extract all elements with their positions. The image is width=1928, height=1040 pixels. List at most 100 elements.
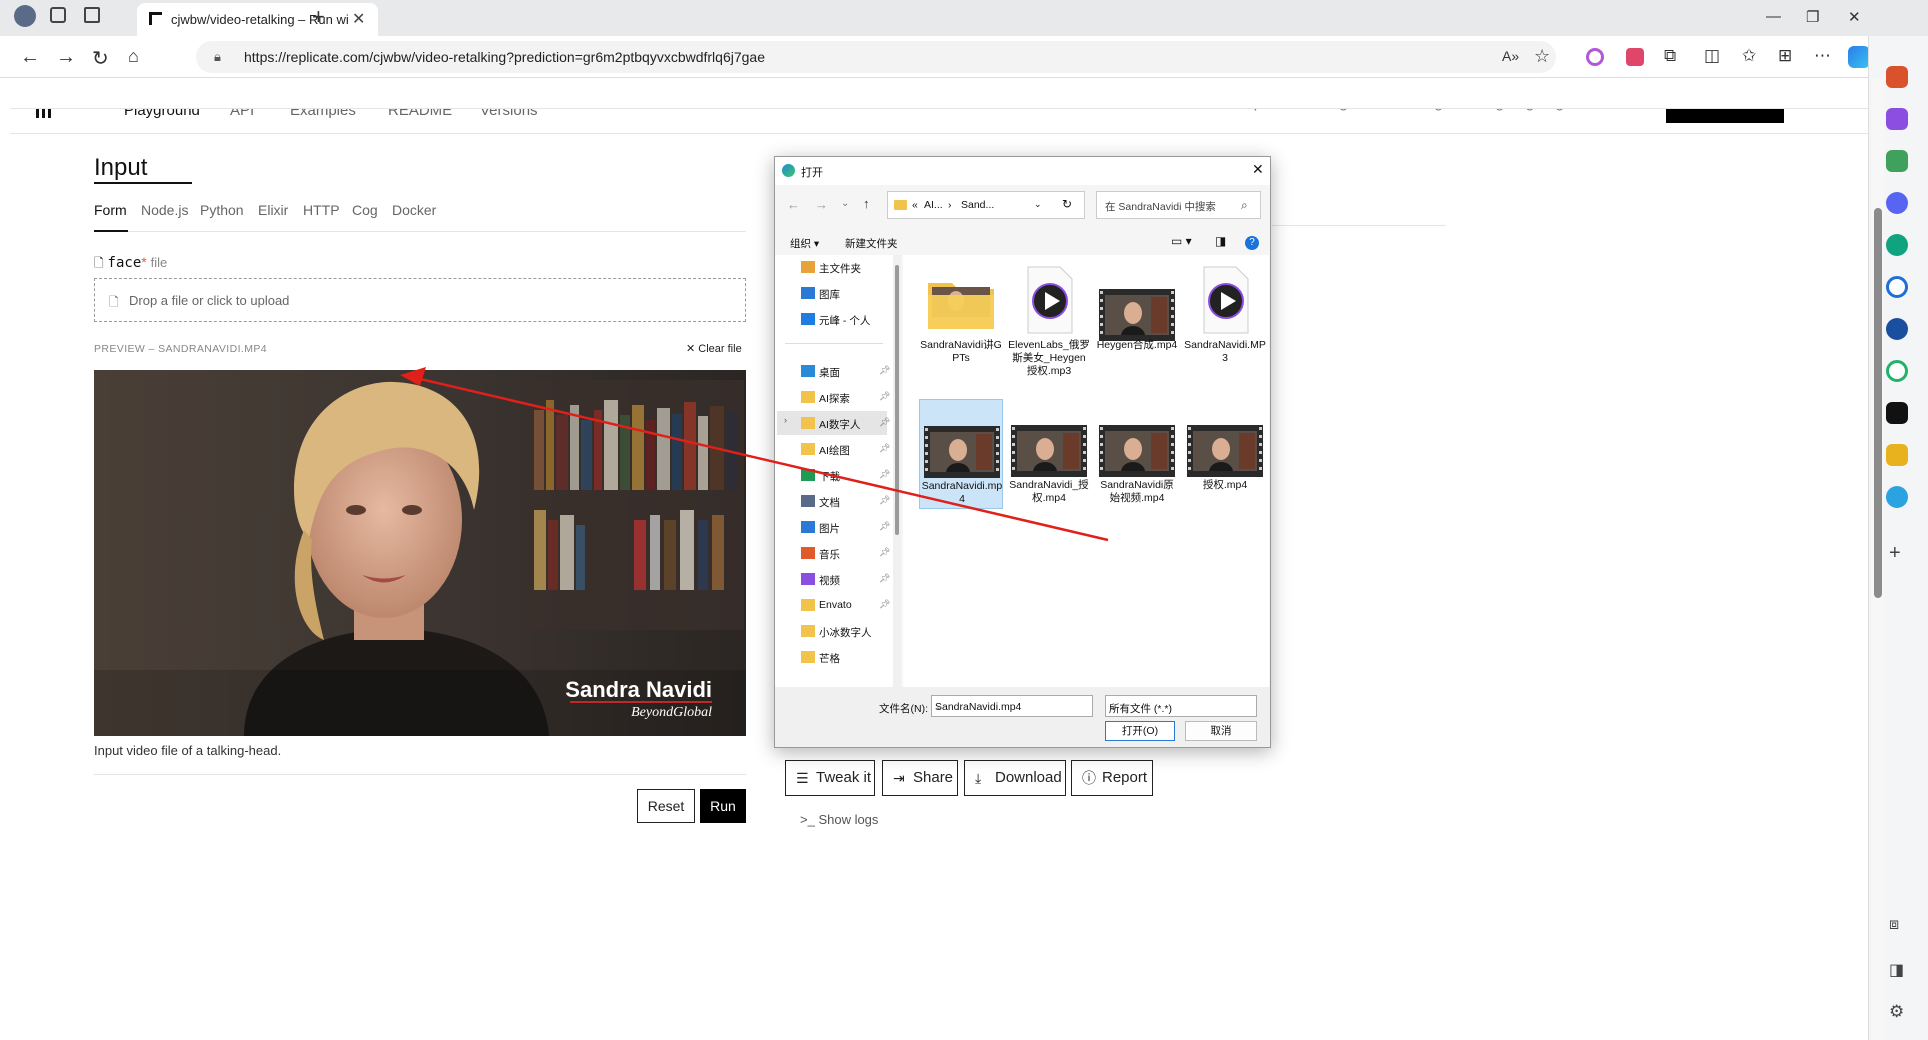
more-menu-icon[interactable]: ⋯ — [1814, 46, 1831, 66]
file-dropzone[interactable]: 🗋︎ Drop a file or click to upload — [94, 278, 746, 322]
nav-item[interactable]: 视频 📌︎ — [801, 569, 891, 591]
share-button[interactable]: ⇥ Share — [882, 760, 958, 796]
expand-chevron-icon[interactable]: › — [784, 415, 787, 425]
dlg-refresh-icon[interactable]: ↻ — [1062, 197, 1072, 211]
sidebar-chatgpt-icon[interactable] — [1886, 234, 1908, 256]
nav-item[interactable]: AI探索 📌︎ — [801, 387, 891, 409]
tab-cog[interactable]: Cog — [352, 202, 378, 218]
favorites-icon[interactable]: ✩ — [1742, 46, 1756, 66]
run-button[interactable]: Run — [700, 789, 746, 823]
file-type-select[interactable]: 所有文件 (*.*) ⌄ — [1105, 695, 1257, 717]
minimize-icon[interactable]: — — [1766, 8, 1781, 25]
url-field[interactable]: 🔒︎ https://replicate.com/cjwbw/video-ret… — [196, 41, 1556, 73]
file-item[interactable]: Heygen合成.mp4 — [1095, 263, 1179, 393]
sidebar-telegram-icon[interactable] — [1886, 486, 1908, 508]
sidebar-medium-icon[interactable] — [1886, 402, 1908, 424]
sidebar-search-icon[interactable] — [1886, 276, 1908, 298]
file-item-selected[interactable]: SandraNavidi.mp4 — [919, 399, 1003, 509]
page-scrollbar-thumb[interactable] — [1874, 208, 1882, 598]
nav-item[interactable]: Envato 📌︎ — [801, 595, 891, 617]
restore-icon[interactable]: ❐ — [1806, 8, 1819, 26]
workspaces-icon[interactable] — [50, 7, 66, 23]
report-button[interactable]: ⓘ Report — [1071, 760, 1153, 796]
sidebar-panel-icon[interactable]: ◨ — [1889, 960, 1904, 980]
new-folder-button[interactable]: 新建文件夹 — [845, 236, 898, 251]
sidebar-discord-icon[interactable] — [1886, 192, 1908, 214]
file-item[interactable]: SandraNavidi讲GPTs — [919, 263, 1003, 393]
nav-scrollbar-thumb[interactable] — [895, 265, 899, 535]
copilot-icon[interactable] — [1848, 46, 1870, 68]
dlg-forward-icon[interactable]: → — [815, 197, 828, 212]
page-scrollbar[interactable] — [1872, 78, 1884, 1040]
preview-pane-icon[interactable]: ◨ — [1215, 234, 1226, 248]
nav-item[interactable]: 芒格 — [801, 647, 891, 669]
close-tab-icon[interactable]: ✕ — [352, 9, 365, 29]
dialog-close-icon[interactable]: ✕ — [1252, 161, 1264, 178]
crumb-1[interactable]: AI... — [924, 199, 943, 211]
help-icon[interactable]: ? — [1245, 236, 1259, 250]
crumb-dropdown-icon[interactable]: ⌄ — [1034, 199, 1042, 210]
nav-item[interactable]: 图库 — [801, 283, 891, 305]
file-type-dropdown-icon[interactable]: ⌄ — [1109, 701, 1252, 713]
sidebar-send-icon[interactable] — [1886, 150, 1908, 172]
nav-item[interactable]: 桌面 📌︎ — [801, 361, 891, 383]
extensions-icon[interactable]: ⧉ — [1664, 46, 1676, 66]
tweak-it-button[interactable]: ☰ Tweak it — [785, 760, 875, 796]
sidebar-settings-icon[interactable]: ⚙ — [1889, 1002, 1904, 1022]
sidebar-screenshot-icon[interactable]: ⧈ — [1889, 916, 1899, 934]
nav-item[interactable]: 元峰 - 个人 — [801, 309, 891, 331]
tab-docker[interactable]: Docker — [392, 202, 436, 218]
nav-item[interactable]: 主文件夹 — [801, 257, 891, 279]
view-menu-icon[interactable]: ▭ ▾ — [1171, 234, 1192, 248]
show-logs-toggle[interactable]: >_ Show logs — [800, 812, 878, 827]
sidebar-games-icon[interactable] — [1886, 108, 1908, 130]
organize-menu[interactable]: 组织 ▾ — [790, 236, 819, 251]
read-aloud-icon[interactable]: A» — [1502, 48, 1519, 64]
back-icon[interactable]: ← — [20, 46, 40, 69]
sidebar-refresh-icon[interactable] — [1886, 360, 1908, 382]
dialog-search-input[interactable]: 在 SandraNavidi 中搜索 ⌕ — [1096, 191, 1261, 219]
filename-input[interactable]: SandraNavidi.mp4 ⌄ — [931, 695, 1093, 717]
path-breadcrumb[interactable]: « AI... › Sand... ⌄ ↻ — [887, 191, 1085, 219]
window-close-icon[interactable]: ✕ — [1848, 8, 1861, 26]
nav-item[interactable]: 下载 📌︎ — [801, 465, 891, 487]
nav-item[interactable]: 图片 📌︎ — [801, 517, 891, 539]
nav-item[interactable]: AI绘图 📌︎ — [801, 439, 891, 461]
nav-item[interactable]: 音乐 📌︎ — [801, 543, 891, 565]
file-item[interactable]: SandraNavidi_授权.mp4 — [1007, 399, 1091, 509]
tab-python[interactable]: Python — [200, 202, 244, 218]
tab-elixir[interactable]: Elixir — [258, 202, 288, 218]
extension-icon-2[interactable] — [1626, 48, 1644, 66]
dlg-up-icon[interactable]: ↑ — [863, 196, 870, 211]
crumb-2[interactable]: Sand... — [961, 199, 994, 211]
tab-nodejs[interactable]: Node.js — [141, 202, 188, 218]
sidebar-add-icon[interactable]: + — [1889, 542, 1901, 565]
reload-icon[interactable]: ↻ — [92, 46, 109, 71]
sidebar-stats-icon[interactable] — [1886, 318, 1908, 340]
favorite-star-icon[interactable]: ☆ — [1534, 46, 1550, 67]
profile-avatar[interactable] — [14, 5, 36, 27]
cancel-button[interactable]: 取消 — [1185, 721, 1257, 741]
download-button[interactable]: ⤓ Download — [964, 760, 1066, 796]
nav-scrollbar[interactable] — [893, 255, 901, 687]
dlg-recent-icon[interactable]: ⌄ — [841, 198, 849, 209]
filename-dropdown-icon[interactable]: ⌄ — [935, 701, 1088, 713]
nav-item[interactable]: 文档 📌︎ — [801, 491, 891, 513]
forward-icon[interactable]: → — [56, 46, 76, 69]
tab-form[interactable]: Form — [94, 202, 127, 218]
new-tab-icon[interactable]: + — [312, 4, 325, 30]
nav-item[interactable]: AI数字人 📌︎ — [801, 413, 891, 435]
file-item[interactable]: 授权.mp4 — [1183, 399, 1267, 509]
file-item[interactable]: SandraNavidi原始视频.mp4 — [1095, 399, 1179, 509]
browser-tab-active[interactable]: cjwbw/video-retalking – Run with an API … — [137, 3, 378, 36]
vertical-tabs-icon[interactable] — [84, 7, 100, 23]
tab-http[interactable]: HTTP — [303, 202, 340, 218]
reset-button[interactable]: Reset — [637, 789, 695, 823]
collections-icon[interactable]: ⊞ — [1778, 46, 1792, 66]
sidebar-slack-icon[interactable] — [1886, 444, 1908, 466]
home-icon[interactable]: ⌂ — [128, 46, 139, 67]
video-preview[interactable]: Sandra Navidi BeyondGlobal — [94, 370, 746, 736]
clear-file-button[interactable]: ✕ Clear file — [686, 342, 742, 355]
split-screen-icon[interactable]: ◫ — [1704, 46, 1720, 66]
file-item[interactable]: ElevenLabs_俄罗斯美女_Heygen授权.mp3 — [1007, 263, 1091, 393]
